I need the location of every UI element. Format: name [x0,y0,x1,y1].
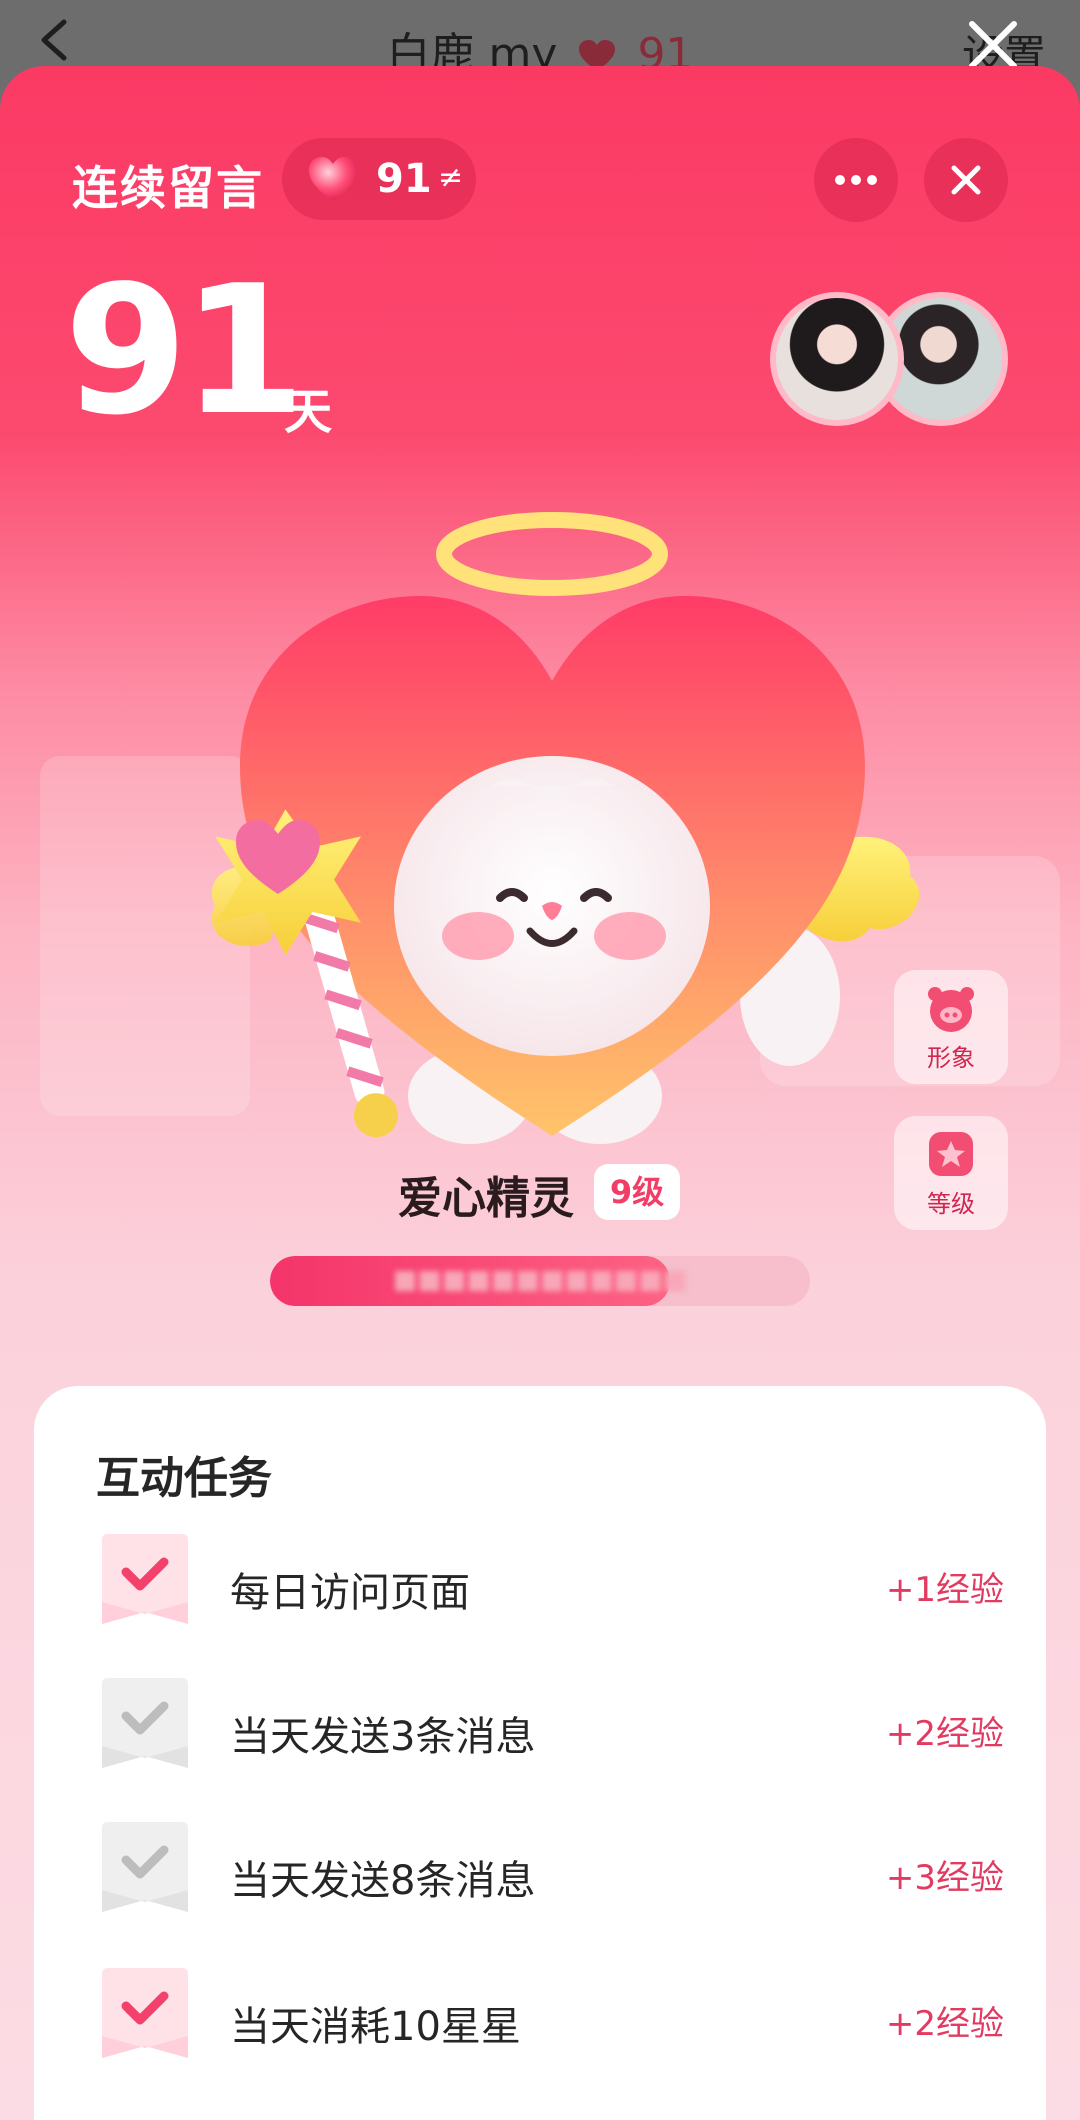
avatar-user-1[interactable] [770,292,904,426]
tasks-card-title: 互动任务 [96,1453,272,1504]
task-label: 当天发送3条消息 [230,1714,536,1760]
experience-progress-bar: ■■■■■■■■■■■■ [270,1256,810,1306]
flame-icon: ≠ [438,160,464,195]
task-label: 每日访问页面 [230,1570,470,1616]
experience-progress-text-blurred: ■■■■■■■■■■■■ [392,1265,688,1295]
task-label: 当天发送8条消息 [230,1858,536,1904]
task-row[interactable]: 当天发送3条消息 +2经验 [96,1676,1004,1786]
checked-task-icon [102,1534,188,1624]
task-reward: +2经验 [885,2004,1004,2044]
task-reward: +3经验 [885,1858,1004,1898]
streak-days-number: 91 [64,247,306,454]
more-dot-icon [867,175,877,185]
close-icon [951,165,981,195]
checked-task-icon [102,1968,188,2058]
interaction-tasks-card: 互动任务 每日访问页面 +1经验 当天发送3条消息 +2经验 当天发送8条消息 +3经验当… [34,1386,1046,2120]
task-reward: +1经验 [885,1570,1004,1610]
appearance-button[interactable]: 形象 [894,970,1008,1084]
task-label: 当天消耗10星星 [230,2004,521,2050]
pig-face-icon [928,987,974,1032]
more-options-button[interactable] [814,138,898,222]
streak-badge[interactable]: 91 ≠ [282,138,476,220]
more-dot-icon [835,175,845,185]
task-row[interactable]: 每日访问页面 +1经验 [96,1532,1004,1642]
level-label: 等级 [927,1190,975,1218]
streak-badge-value: 91 [376,156,432,202]
close-button[interactable] [924,138,1008,222]
sprite-level-badge: 9级 [594,1164,680,1220]
sheet-title: 连续留言 [72,161,264,215]
unchecked-task-icon [102,1678,188,1768]
star-badge-icon [929,1132,973,1176]
streak-sheet: 连续留言 91 ≠ 91 天 形象 等级 爱心精灵 9级 ■■■■■■■■■■■… [0,66,1080,2120]
level-button[interactable]: 等级 [894,1116,1008,1230]
dismiss-icon[interactable] [966,18,1020,72]
heart-icon [309,157,357,201]
unchecked-task-icon [102,1822,188,1912]
sprite-name: 爱心精灵 [398,1173,574,1224]
streak-days-unit: 天 [284,384,333,440]
appearance-label: 形象 [927,1044,975,1072]
task-row[interactable]: 当天发送8条消息 +3经验 [96,1820,1004,1930]
task-row[interactable]: 当天消耗10星星 +2经验 [96,1966,1004,2076]
more-dot-icon [851,175,861,185]
task-reward: +2经验 [885,1714,1004,1754]
